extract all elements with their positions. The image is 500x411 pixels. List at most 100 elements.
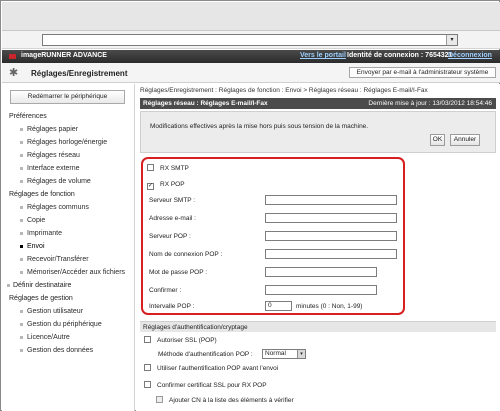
add-cn-checkbox[interactable] [156, 396, 163, 403]
sidebar-item-send[interactable]: Envoi [2, 240, 135, 253]
sidebar-item-copy[interactable]: Copie [2, 214, 135, 227]
ok-button[interactable]: OK [430, 134, 445, 146]
logout-link[interactable]: Déconnexion [448, 52, 492, 59]
sidebar-section-management-settings[interactable]: Réglages de gestion [2, 292, 135, 305]
bullet-icon [20, 180, 23, 183]
rx-smtp-label: RX SMTP [160, 165, 189, 172]
bullet-icon [20, 141, 23, 144]
last-update: Dernière mise à jour : 13/03/2012 18:54:… [368, 100, 492, 107]
email-admin-button[interactable]: Envoyer par e-mail à l'administrateur sy… [349, 67, 496, 78]
sidebar-section-function-settings[interactable]: Réglages de fonction [2, 188, 135, 201]
sidebar-item-label: Définir destinataire [13, 282, 72, 289]
sidebar: Redémarrer le périphérique Préférences R… [2, 84, 135, 411]
sidebar-item-label: Licence/Autre [27, 334, 70, 341]
sidebar-item-printer[interactable]: Imprimante [2, 227, 135, 240]
sidebar-item-license-other[interactable]: Licence/Autre [2, 331, 135, 344]
pop-password-input[interactable] [265, 267, 377, 277]
sidebar-item-label: Réglages papier [27, 126, 78, 133]
allow-ssl-checkbox[interactable] [144, 336, 151, 343]
chevron-down-icon[interactable]: ▾ [297, 350, 305, 358]
rx-pop-label: RX POP [160, 181, 185, 188]
sidebar-item-clock-energy[interactable]: Réglages horloge/énergie [2, 136, 135, 149]
rx-smtp-checkbox[interactable] [147, 164, 154, 171]
sidebar-item-label: Envoi [27, 243, 45, 250]
sidebar-item-receive-forward[interactable]: Recevoir/Transférer [2, 253, 135, 266]
sidebar-item-set-destination[interactable]: Définir destinataire [2, 279, 135, 292]
pop-interval-input[interactable]: 0 [265, 301, 292, 311]
sidebar-item-paper-settings[interactable]: Réglages papier [2, 123, 135, 136]
sidebar-item-label: Copie [27, 217, 46, 224]
cancel-button[interactable]: Annuler [450, 134, 480, 146]
bullet-icon [20, 271, 23, 274]
notice-text: Modifications effectives après la mise h… [150, 123, 369, 130]
bullet-icon [20, 206, 23, 209]
sidebar-item-label: Réglages réseau [27, 152, 80, 159]
bullet-icon [20, 336, 23, 339]
smtp-server-label: Serveur SMTP : [149, 197, 196, 204]
sidebar-item-network-settings[interactable]: Réglages réseau [2, 149, 135, 162]
sidebar-item-data-management[interactable]: Gestion des données [2, 344, 135, 357]
restart-device-button[interactable]: Redémarrer le périphérique [10, 90, 125, 104]
browser-top-bar [2, 2, 500, 31]
rx-smtp-row: RX SMTP [147, 163, 189, 175]
browser-address-row: ▾ [2, 31, 500, 49]
bullet-icon [20, 232, 23, 235]
confirm-password-label: Confirmer : [149, 287, 182, 294]
smtp-server-input[interactable] [265, 195, 397, 205]
sidebar-section-preferences[interactable]: Préférences [2, 110, 135, 123]
email-address-input[interactable] [265, 213, 397, 223]
pop-interval-unit: minutes (0 : Non, 1-99) [296, 303, 363, 310]
add-cn-label: Ajouter CN à la liste des éléments à vér… [169, 397, 294, 404]
sidebar-item-common-settings[interactable]: Réglages communs [2, 201, 135, 214]
page-title: Réglages/Enregistrement [31, 69, 128, 78]
sidebar-item-label: Interface externe [27, 165, 80, 172]
bullet-icon [20, 323, 23, 326]
pop-server-label: Serveur POP : [149, 233, 191, 240]
sidebar-item-label: Gestion utilisateur [27, 308, 84, 315]
confirm-ssl-cert-row: Confirmer certificat SSL pour RX POP [144, 380, 267, 392]
sidebar-item-external-interface[interactable]: Interface externe [2, 162, 135, 175]
sidebar-item-device-management[interactable]: Gestion du périphérique [2, 318, 135, 331]
allow-ssl-row: Autoriser SSL (POP) [144, 335, 217, 347]
pop-login-input[interactable] [265, 249, 397, 259]
auth-section-header: Réglages d'authentification/cryptage [140, 321, 496, 332]
allow-ssl-label: Autoriser SSL (POP) [157, 337, 217, 344]
highlighted-pop-settings: RX SMTP ✓ RX POP Serveur SMTP : Adresse e… [141, 157, 405, 315]
rx-pop-row: ✓ RX POP [147, 179, 185, 191]
pop-before-send-checkbox[interactable] [144, 364, 151, 371]
pop-auth-method-value: Normal [265, 350, 286, 357]
confirm-ssl-cert-checkbox[interactable] [144, 381, 151, 388]
canon-logo-icon [9, 54, 16, 59]
sidebar-item-label: Réglages de volume [27, 178, 91, 185]
rx-pop-checkbox[interactable]: ✓ [147, 183, 154, 190]
sidebar-item-label: Réglages horloge/énergie [27, 139, 108, 146]
main-content: Réglages/Enregistrement : Réglages de fo… [136, 84, 500, 411]
bullet-icon [20, 219, 23, 222]
bullet-icon [20, 154, 23, 157]
portal-link[interactable]: Vers le portail [300, 52, 346, 59]
sidebar-item-volume-settings[interactable]: Réglages de volume [2, 175, 135, 188]
bullet-icon [20, 128, 23, 131]
bullet-icon [20, 258, 23, 261]
sidebar-item-label: Réglages communs [27, 204, 89, 211]
pop-server-input[interactable] [265, 231, 397, 241]
add-cn-row: Ajouter CN à la liste des éléments à vér… [156, 395, 294, 407]
sidebar-nav: Préférences Réglages papier Réglages hor… [2, 110, 135, 357]
sidebar-item-label: Imprimante [27, 230, 63, 237]
chevron-down-icon[interactable]: ▾ [446, 35, 457, 45]
settings-icon: ✱ [9, 67, 19, 79]
email-address-label: Adresse e-mail : [149, 215, 196, 222]
section-header: Réglages réseau : Réglages E-mail/I-Fax … [140, 98, 496, 109]
page-title-bar: ✱ Réglages/Enregistrement Envoyer par e-… [2, 63, 500, 83]
pop-auth-method-select[interactable]: Normal ▾ [262, 349, 306, 359]
sidebar-item-user-management[interactable]: Gestion utilisateur [2, 305, 135, 318]
active-bullet-icon [20, 245, 23, 248]
address-dropdown[interactable]: ▾ [42, 34, 458, 46]
sidebar-item-label: Gestion du périphérique [27, 321, 102, 328]
browser-frame: ▾ imageRUNNER ADVANCE Vers le portail Id… [0, 0, 500, 411]
brand-name: imageRUNNER ADVANCE [21, 52, 107, 59]
sidebar-item-store-access-files[interactable]: Mémoriser/Accéder aux fichiers [2, 266, 135, 279]
confirm-password-input[interactable] [265, 285, 377, 295]
pop-before-send-row: Utiliser l'authentification POP avant l'… [144, 363, 278, 375]
sidebar-item-label: Mémoriser/Accéder aux fichiers [27, 269, 126, 276]
